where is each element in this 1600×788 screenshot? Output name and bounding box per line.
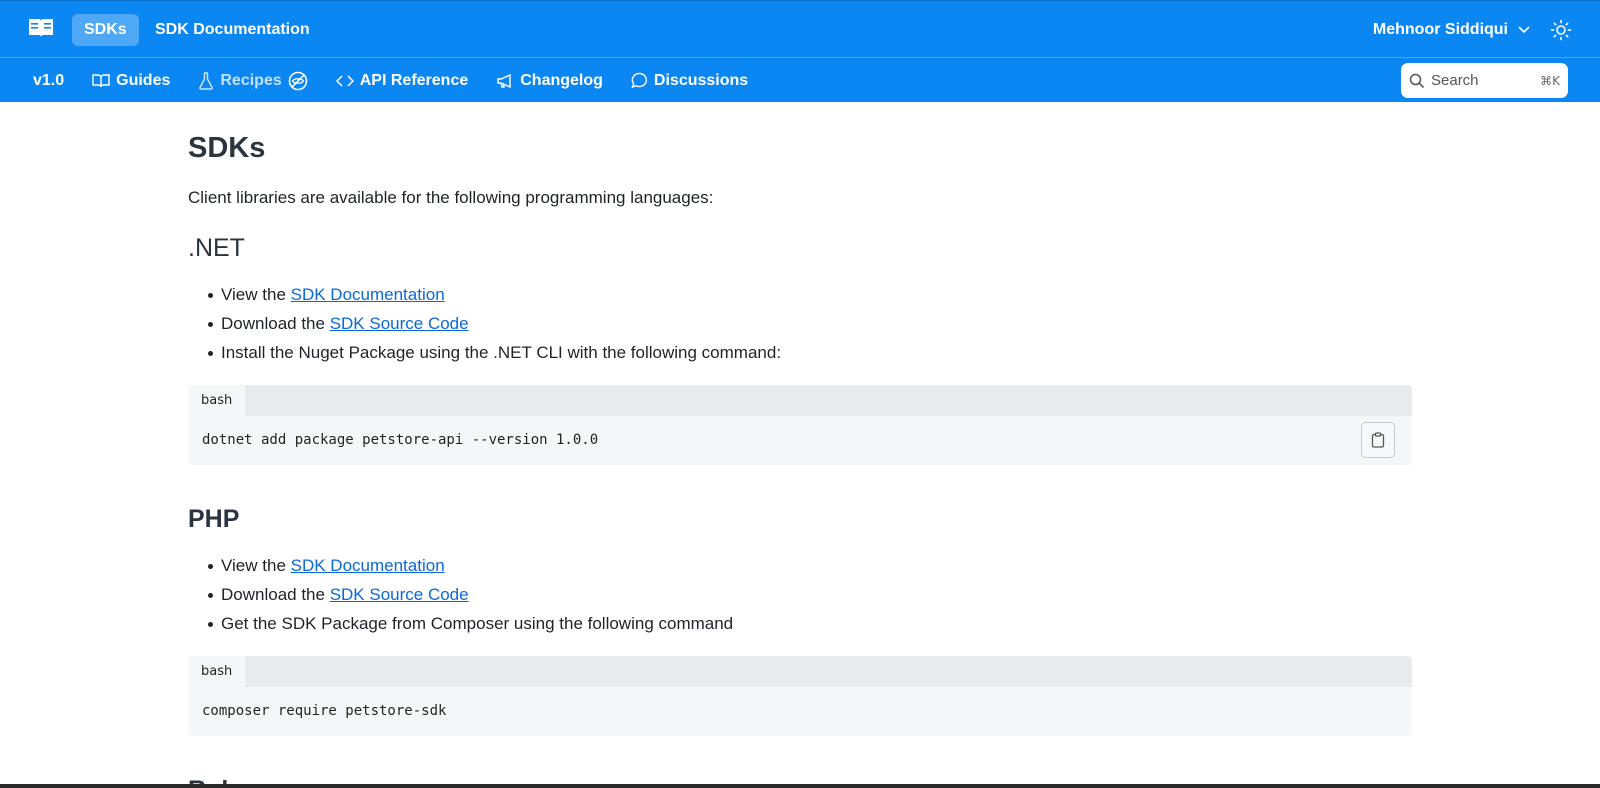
nav-discussions[interactable]: Discussions bbox=[631, 72, 748, 90]
sdk-documentation-link[interactable]: SDK Documentation bbox=[291, 556, 445, 575]
secondary-nav-row: v1.0 Guides Recipes API Reference Change… bbox=[0, 58, 1600, 103]
list-item-text: Install the Nuget Package using the .NET… bbox=[221, 343, 782, 362]
project-title-link[interactable]: SDK Documentation bbox=[155, 21, 310, 39]
code-command: dotnet add package petstore-api --versio… bbox=[202, 432, 599, 448]
chat-bubble-icon bbox=[631, 72, 647, 89]
user-menu[interactable]: Mehnoor Siddiqui bbox=[1373, 21, 1530, 39]
user-name: Mehnoor Siddiqui bbox=[1372, 21, 1508, 38]
version-selector[interactable]: v1.0 bbox=[33, 72, 64, 90]
list-item: View the SDK Documentation bbox=[188, 280, 781, 309]
window-bottom-edge bbox=[0, 784, 1600, 788]
hidden-eye-icon bbox=[288, 71, 308, 90]
header-row: SDKs SDK Documentation Mehnoor Siddiqui bbox=[0, 1, 1600, 58]
list-item-text: View the bbox=[221, 556, 291, 575]
sdk-source-code-link[interactable]: SDK Source Code bbox=[330, 585, 469, 604]
code-block-php: bash composer require petstore-sdk bbox=[188, 656, 1412, 736]
code-block-dotnet: bash dotnet add package petstore-api --v… bbox=[188, 385, 1412, 465]
nav-changelog[interactable]: Changelog bbox=[496, 72, 603, 90]
top-navigation-bar: SDKs SDK Documentation Mehnoor Siddiqui … bbox=[0, 0, 1600, 102]
nav-changelog-label: Changelog bbox=[520, 71, 603, 89]
list-item: Install the Nuget Package using the .NET… bbox=[188, 338, 781, 367]
code-brackets-icon bbox=[335, 74, 354, 87]
code-language-tab[interactable]: bash bbox=[188, 385, 246, 416]
section-nav: v1.0 Guides Recipes API Reference Change… bbox=[33, 58, 776, 103]
code-language-tab[interactable]: bash bbox=[188, 656, 246, 687]
nav-guides[interactable]: Guides bbox=[92, 72, 170, 90]
nav-api-reference-label: API Reference bbox=[359, 71, 469, 89]
clipboard-icon bbox=[1371, 432, 1385, 448]
list-item: Get the SDK Package from Composer using … bbox=[188, 609, 733, 638]
list-item-text: View the bbox=[221, 285, 291, 304]
list-item-text: Download the bbox=[221, 314, 330, 333]
list-item-text: Get the SDK Package from Composer using … bbox=[221, 614, 734, 633]
section-heading-partial: Ruby bbox=[188, 775, 251, 784]
sdk-documentation-link[interactable]: SDK Documentation bbox=[291, 285, 445, 304]
flask-icon bbox=[199, 71, 214, 90]
section-heading-dotnet: .NET bbox=[188, 234, 245, 262]
copy-button[interactable] bbox=[1361, 422, 1395, 458]
code-tab-bar: bash bbox=[188, 656, 1412, 687]
chevron-down-icon bbox=[1518, 26, 1530, 34]
book-open-icon bbox=[92, 73, 110, 87]
search-box[interactable]: Search ⌘K bbox=[1401, 63, 1568, 98]
search-icon bbox=[1409, 73, 1425, 88]
book-icon[interactable] bbox=[27, 17, 55, 39]
version-label: v1.0 bbox=[33, 71, 65, 89]
page-title: SDKs bbox=[188, 132, 266, 164]
sun-icon[interactable] bbox=[1550, 19, 1572, 41]
sdk-source-code-link[interactable]: SDK Source Code bbox=[330, 314, 469, 333]
nav-recipes-label: Recipes bbox=[220, 71, 282, 89]
code-command: composer require petstore-sdk bbox=[202, 703, 447, 719]
nav-discussions-label: Discussions bbox=[653, 71, 749, 89]
section-heading-php: PHP bbox=[188, 505, 240, 533]
nav-guides-label: Guides bbox=[116, 71, 171, 89]
sdks-tab-pill[interactable]: SDKs bbox=[72, 14, 139, 46]
php-list: View the SDK Documentation Download the … bbox=[188, 551, 733, 638]
code-tab-bar: bash bbox=[188, 385, 1412, 416]
list-item: Download the SDK Source Code bbox=[188, 309, 781, 338]
search-shortcut: ⌘K bbox=[1540, 73, 1560, 88]
dotnet-list: View the SDK Documentation Download the … bbox=[188, 280, 781, 367]
search-placeholder: Search bbox=[1431, 72, 1479, 89]
intro-text: Client libraries are available for the f… bbox=[188, 188, 714, 207]
list-item: Download the SDK Source Code bbox=[188, 580, 733, 609]
nav-recipes[interactable]: Recipes bbox=[198, 71, 308, 91]
nav-api-reference[interactable]: API Reference bbox=[335, 71, 469, 90]
list-item-text: Download the bbox=[221, 585, 330, 604]
megaphone-icon bbox=[497, 73, 511, 88]
list-item: View the SDK Documentation bbox=[188, 551, 733, 580]
